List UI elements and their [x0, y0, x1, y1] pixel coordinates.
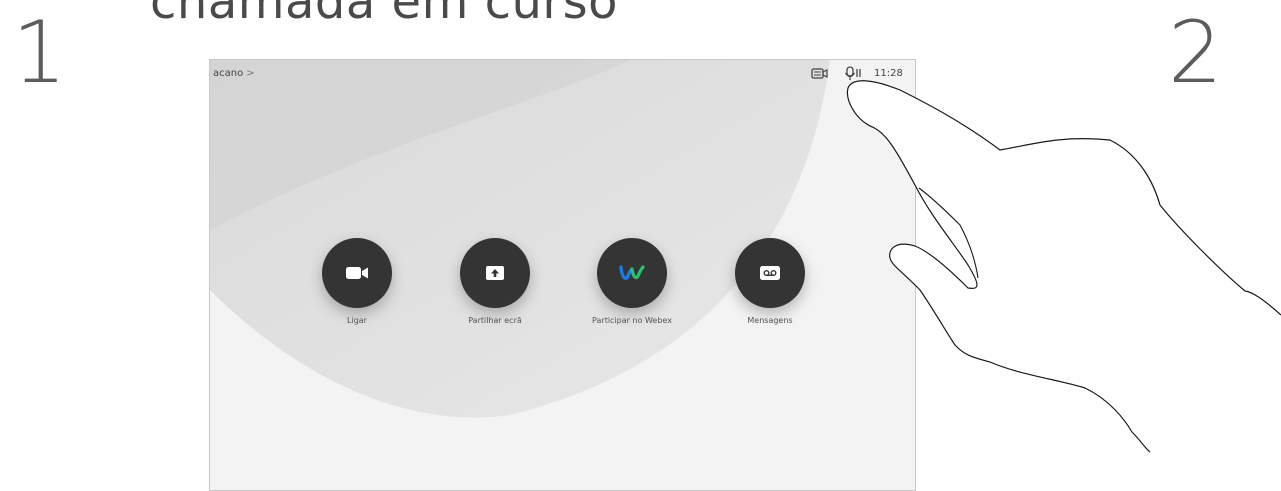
hand-pointer-illustration — [846, 80, 1281, 453]
